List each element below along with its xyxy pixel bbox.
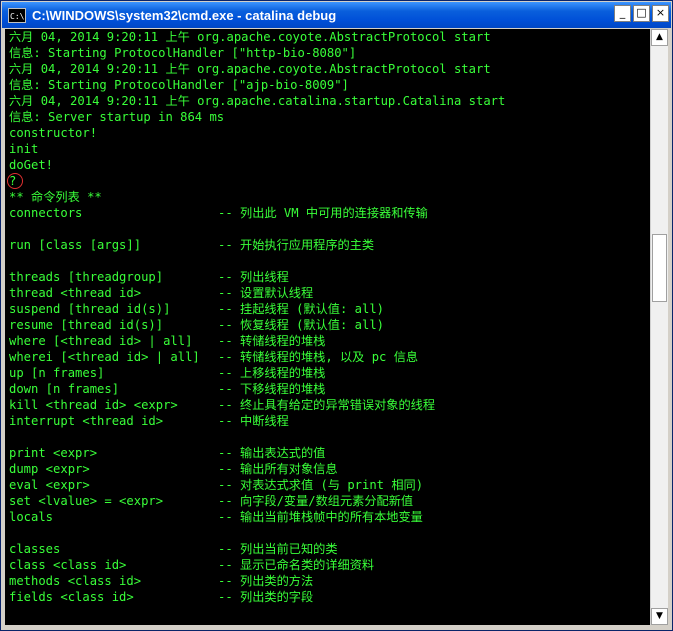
command-row: fields <class id> -- 列出类的字段	[9, 589, 313, 605]
command-row: resume [thread id(s)] -- 恢复线程 (默认值: all)	[9, 317, 384, 333]
command-name: connectors	[9, 206, 83, 220]
command-row: down [n frames] -- 下移线程的堆栈	[9, 381, 325, 397]
command-desc: -- 对表达式求值 (与 print 相同)	[218, 478, 424, 492]
command-name: wherei [<thread id> | all]	[9, 350, 200, 364]
title-bar[interactable]: C:\ C:\WINDOWS\system32\cmd.exe - catali…	[2, 2, 671, 28]
console-window: C:\ C:\WINDOWS\system32\cmd.exe - catali…	[0, 0, 673, 631]
cmd-icon[interactable]: C:\	[8, 7, 26, 23]
command-name: run [class [args]]	[9, 238, 142, 252]
command-name: classes	[9, 542, 61, 556]
command-desc: -- 挂起线程 (默认值: all)	[218, 302, 385, 316]
command-desc: -- 恢复线程 (默认值: all)	[218, 318, 385, 332]
command-row: set <lvalue> = <expr> -- 向字段/变量/数组元素分配新值	[9, 493, 413, 509]
command-name: up [n frames]	[9, 366, 105, 380]
command-name: eval <expr>	[9, 478, 90, 492]
command-desc: -- 终止具有给定的异常错误对象的线程	[218, 398, 436, 412]
vertical-scrollbar[interactable]: ▲ ▼	[650, 29, 668, 625]
command-desc: -- 下移线程的堆栈	[218, 382, 326, 396]
command-row: classes -- 列出当前已知的类	[9, 541, 338, 557]
command-desc: -- 输出所有对象信息	[218, 462, 338, 476]
command-desc: -- 上移线程的堆栈	[218, 366, 326, 380]
log-line: 六月 04, 2014 9:20:11 上午 org.apache.catali…	[9, 94, 506, 108]
command-row: run [class [args]] -- 开始执行应用程序的主类	[9, 237, 374, 253]
command-row: threads [threadgroup] -- 列出线程	[9, 269, 289, 285]
command-row: where [<thread id> | all] -- 转储线程的堆栈	[9, 333, 325, 349]
command-desc: -- 列出类的字段	[218, 590, 314, 604]
maximize-button[interactable]: □	[633, 5, 650, 22]
command-desc: -- 输出当前堆栈帧中的所有本地变量	[218, 510, 423, 524]
command-desc: -- 中断线程	[218, 414, 289, 428]
command-name: kill <thread id> <expr>	[9, 398, 178, 412]
minimize-button[interactable]: _	[614, 5, 631, 22]
command-name: fields <class id>	[9, 590, 134, 604]
command-name: locals	[9, 510, 54, 524]
command-name: down [n frames]	[9, 382, 120, 396]
command-desc: -- 开始执行应用程序的主类	[218, 238, 375, 252]
command-name: methods <class id>	[9, 574, 142, 588]
command-list-header: ** 命令列表 **	[9, 190, 102, 204]
log-line: init	[9, 142, 39, 156]
command-name: dump <expr>	[9, 462, 90, 476]
command-row: eval <expr> -- 对表达式求值 (与 print 相同)	[9, 477, 423, 493]
log-line: 信息: Starting ProtocolHandler ["ajp-bio-8…	[9, 78, 349, 92]
command-desc: -- 列出当前已知的类	[218, 542, 338, 556]
log-line: 六月 04, 2014 9:20:11 上午 org.apache.coyote…	[9, 30, 491, 44]
command-row: locals -- 输出当前堆栈帧中的所有本地变量	[9, 509, 423, 525]
scroll-down-button[interactable]: ▼	[651, 608, 668, 625]
command-row: methods <class id> -- 列出类的方法	[9, 573, 313, 589]
command-row: up [n frames] -- 上移线程的堆栈	[9, 365, 325, 381]
scroll-up-button[interactable]: ▲	[651, 29, 668, 46]
command-row: kill <thread id> <expr> -- 终止具有给定的异常错误对象的…	[9, 397, 435, 413]
command-row: class <class id> -- 显示已命名类的详细资料	[9, 557, 374, 573]
log-line: 信息: Starting ProtocolHandler ["http-bio-…	[9, 46, 357, 60]
command-row: dump <expr> -- 输出所有对象信息	[9, 461, 338, 477]
console-output[interactable]: 六月 04, 2014 9:20:11 上午 org.apache.coyote…	[5, 29, 650, 625]
command-name: where [<thread id> | all]	[9, 334, 193, 348]
window-title: C:\WINDOWS\system32\cmd.exe - catalina d…	[32, 7, 337, 23]
log-line: 六月 04, 2014 9:20:11 上午 org.apache.coyote…	[9, 62, 491, 76]
command-name: suspend [thread id(s)]	[9, 302, 171, 316]
command-name: resume [thread id(s)]	[9, 318, 164, 332]
command-name: thread <thread id>	[9, 286, 142, 300]
command-desc: -- 列出类的方法	[218, 574, 314, 588]
command-desc: -- 输出表达式的值	[218, 446, 326, 460]
command-row: wherei [<thread id> | all] -- 转储线程的堆栈, 以及…	[9, 349, 418, 365]
log-line: 信息: Server startup in 864 ms	[9, 110, 225, 124]
command-name: print <expr>	[9, 446, 98, 460]
command-desc: -- 转储线程的堆栈	[218, 334, 326, 348]
command-desc: -- 转储线程的堆栈, 以及 pc 信息	[218, 350, 419, 364]
close-button[interactable]: ×	[652, 5, 669, 22]
log-line: doGet!	[9, 158, 54, 172]
command-desc: -- 列出此 VM 中可用的连接器和传输	[218, 206, 428, 220]
command-name: class <class id>	[9, 558, 127, 572]
command-name: set <lvalue> = <expr>	[9, 494, 164, 508]
command-row: print <expr> -- 输出表达式的值	[9, 445, 325, 461]
command-row: connectors -- 列出此 VM 中可用的连接器和传输	[9, 205, 428, 221]
scroll-thumb[interactable]	[652, 234, 667, 302]
command-desc: -- 列出线程	[218, 270, 289, 284]
command-row: thread <thread id> -- 设置默认线程	[9, 285, 313, 301]
command-desc: -- 向字段/变量/数组元素分配新值	[218, 494, 414, 508]
command-desc: -- 显示已命名类的详细资料	[218, 558, 375, 572]
command-name: threads [threadgroup]	[9, 270, 164, 284]
log-line: constructor!	[9, 126, 98, 140]
command-name: interrupt <thread id>	[9, 414, 164, 428]
command-row: interrupt <thread id> -- 中断线程	[9, 413, 289, 429]
highlight-circle	[7, 173, 23, 189]
command-row: suspend [thread id(s)] -- 挂起线程 (默认值: all)	[9, 301, 384, 317]
command-desc: -- 设置默认线程	[218, 286, 314, 300]
